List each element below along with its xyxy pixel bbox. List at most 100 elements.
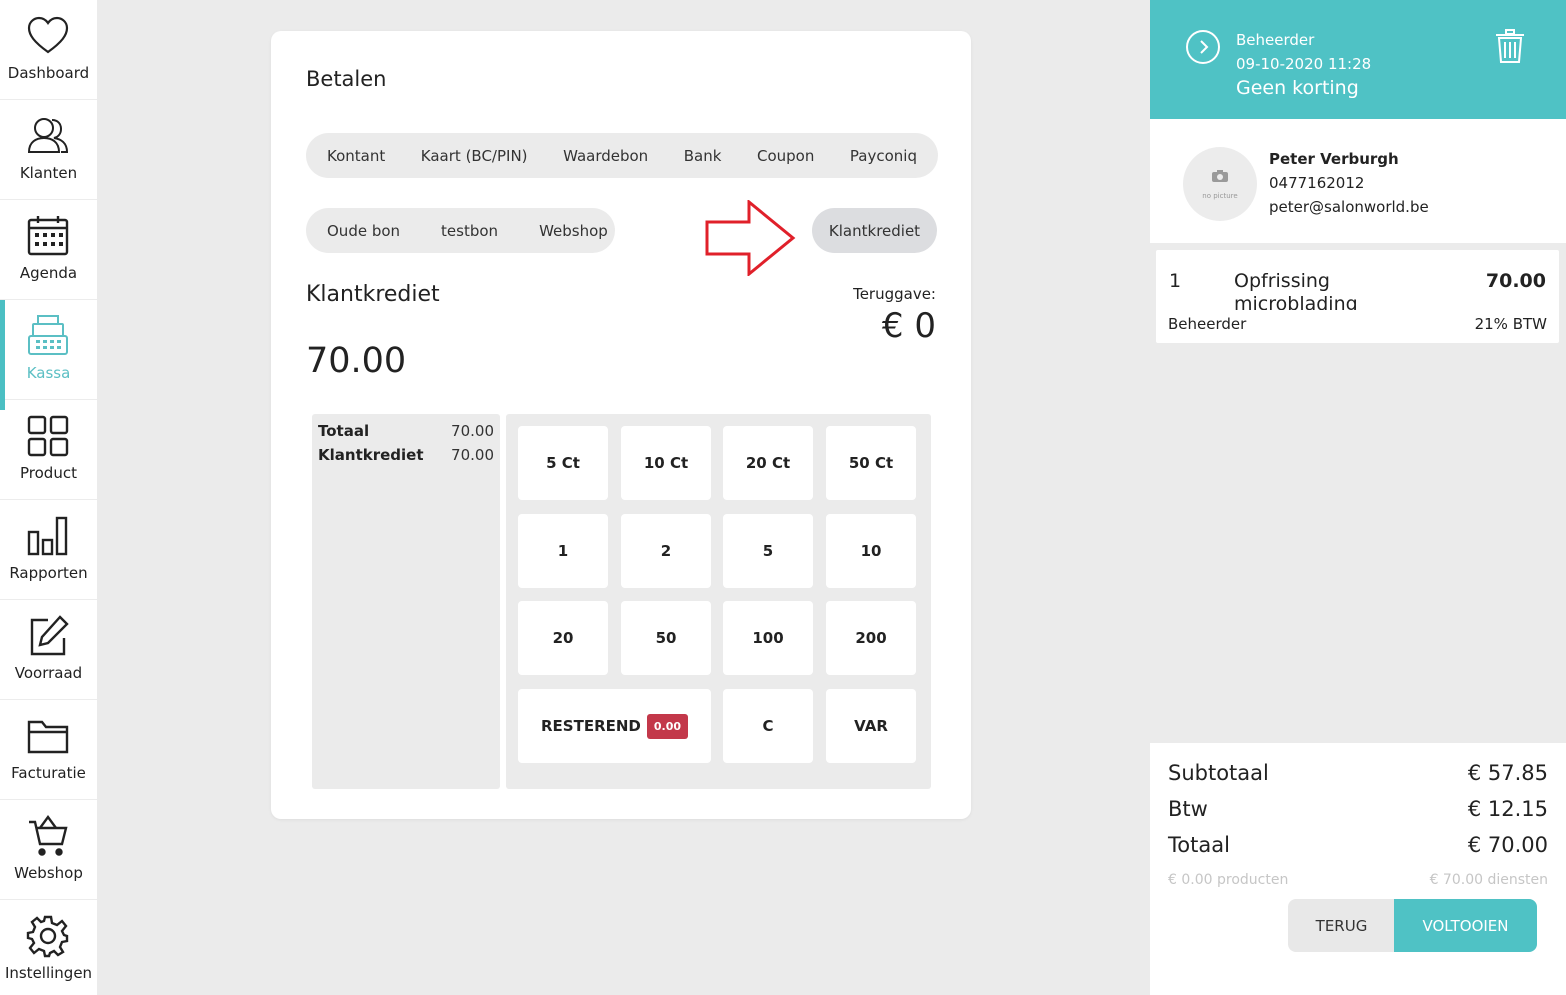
products-total: € 0.00 producten bbox=[1168, 872, 1289, 888]
sidebar-item-kassa[interactable]: Kassa bbox=[0, 300, 97, 410]
arrow-right-icon bbox=[705, 200, 796, 276]
method-webshop[interactable]: Webshop bbox=[539, 222, 608, 240]
summary-value: 70.00 bbox=[451, 446, 494, 464]
clear-button[interactable]: C bbox=[723, 689, 813, 763]
item-name: Opfrissing microblading bbox=[1234, 270, 1358, 310]
chevron-right-icon bbox=[1200, 40, 1209, 54]
payment-methods-row-2: Oude bon testbon Webshop bbox=[306, 208, 615, 253]
key-200[interactable]: 200 bbox=[826, 601, 916, 675]
key-1[interactable]: 1 bbox=[518, 514, 608, 588]
key-5ct[interactable]: 5 Ct bbox=[518, 426, 608, 500]
sidebar-item-label: Dashboard bbox=[7, 64, 90, 82]
ticket-datetime: 09-10-2020 11:28 bbox=[1236, 55, 1372, 73]
sidebar-item-webshop[interactable]: Webshop bbox=[0, 800, 97, 900]
sidebar-item-label: Facturatie bbox=[11, 764, 86, 782]
summary-row: Totaal 70.00 bbox=[318, 422, 494, 440]
discount-link[interactable]: Geen korting bbox=[1236, 77, 1359, 99]
key-50ct[interactable]: 50 Ct bbox=[826, 426, 916, 500]
key-10[interactable]: 10 bbox=[826, 514, 916, 588]
collapse-button[interactable] bbox=[1186, 30, 1220, 64]
sidebar-item-label: Agenda bbox=[19, 264, 78, 282]
page-title: Betalen bbox=[306, 67, 387, 91]
complete-button[interactable]: VOLTOOIEN bbox=[1394, 899, 1537, 952]
method-coupon[interactable]: Coupon bbox=[757, 147, 814, 165]
grid-icon bbox=[27, 415, 69, 457]
sidebar-item-label: Voorraad bbox=[14, 664, 83, 682]
method-oude-bon[interactable]: Oude bon bbox=[327, 222, 400, 240]
customer-card[interactable]: no picture Peter Verburgh 0477162012 pet… bbox=[1150, 119, 1566, 243]
item-tax: 21% BTW bbox=[1474, 315, 1547, 333]
subtotal-row: Subtotaal € 57.85 bbox=[1168, 761, 1548, 785]
gear-icon bbox=[26, 915, 69, 958]
key-50[interactable]: 50 bbox=[621, 601, 711, 675]
payment-card: Betalen Kontant Kaart (BC/PIN) Waardebon… bbox=[271, 31, 971, 819]
payment-summary: Totaal 70.00 Klantkrediet 70.00 bbox=[312, 414, 500, 789]
sidebar-item-facturatie[interactable]: Facturatie bbox=[0, 700, 97, 800]
camera-icon bbox=[1212, 170, 1228, 182]
sidebar-item-voorraad[interactable]: Voorraad bbox=[0, 600, 97, 700]
sidebar-item-label: Product bbox=[20, 464, 77, 482]
key-5[interactable]: 5 bbox=[723, 514, 813, 588]
method-klantkrediet[interactable]: Klantkrediet bbox=[812, 208, 937, 253]
item-quantity: 1 bbox=[1169, 270, 1182, 292]
tax-label: Btw bbox=[1168, 797, 1208, 821]
sidebar-item-product[interactable]: Product bbox=[0, 400, 97, 500]
subtotal-label: Subtotaal bbox=[1168, 761, 1269, 785]
remaining-badge: 0.00 bbox=[646, 713, 689, 739]
calendar-icon bbox=[27, 216, 69, 256]
return-label: Teruggave: bbox=[853, 285, 936, 303]
tax-value: € 12.15 bbox=[1467, 797, 1548, 821]
total-label: Totaal bbox=[1168, 833, 1230, 857]
ticket-panel: Beheerder 09-10-2020 11:28 Geen korting … bbox=[1143, 0, 1566, 995]
tax-row: Btw € 12.15 bbox=[1168, 797, 1548, 821]
key-10ct[interactable]: 10 Ct bbox=[621, 426, 711, 500]
sidebar: Dashboard Klanten Agenda Kassa Product R… bbox=[0, 0, 97, 995]
payment-methods-row-1: Kontant Kaart (BC/PIN) Waardebon Bank Co… bbox=[306, 133, 938, 178]
summary-label: Klantkrediet bbox=[318, 446, 424, 464]
sidebar-item-agenda[interactable]: Agenda bbox=[0, 200, 97, 300]
summary-label: Totaal bbox=[318, 422, 370, 440]
no-picture-text: no picture bbox=[1202, 192, 1238, 200]
key-20[interactable]: 20 bbox=[518, 601, 608, 675]
method-kontant[interactable]: Kontant bbox=[327, 147, 385, 165]
ticket-line-item[interactable]: 1 Opfrissing microblading 70.00 Beheerde… bbox=[1156, 250, 1559, 343]
folder-icon bbox=[27, 720, 69, 754]
services-total: € 70.00 diensten bbox=[1429, 872, 1548, 888]
key-20ct[interactable]: 20 Ct bbox=[723, 426, 813, 500]
method-payconiq[interactable]: Payconiq bbox=[850, 147, 917, 165]
remaining-button[interactable]: RESTEREND 0.00 bbox=[518, 689, 711, 763]
sidebar-item-klanten[interactable]: Klanten bbox=[0, 100, 97, 200]
summary-value: 70.00 bbox=[451, 422, 494, 440]
totals-breakdown: € 0.00 producten € 70.00 diensten bbox=[1168, 872, 1548, 888]
subtotal-value: € 57.85 bbox=[1467, 761, 1548, 785]
users-icon bbox=[27, 118, 69, 153]
method-waardebon[interactable]: Waardebon bbox=[563, 147, 648, 165]
cash-register-icon bbox=[28, 315, 68, 355]
sidebar-item-dashboard[interactable]: Dashboard bbox=[0, 0, 97, 100]
remaining-label: RESTEREND bbox=[540, 717, 641, 735]
total-row: Totaal € 70.00 bbox=[1168, 833, 1548, 857]
trash-icon[interactable] bbox=[1494, 28, 1526, 64]
edit-icon bbox=[30, 615, 69, 656]
back-button[interactable]: TERUG bbox=[1288, 899, 1395, 952]
key-2[interactable]: 2 bbox=[621, 514, 711, 588]
sidebar-item-instellingen[interactable]: Instellingen bbox=[0, 900, 97, 995]
method-kaart[interactable]: Kaart (BC/PIN) bbox=[421, 147, 528, 165]
keypad: 5 Ct 10 Ct 20 Ct 50 Ct 1 2 5 10 20 50 10… bbox=[506, 414, 931, 789]
customer-name: Peter Verburgh bbox=[1269, 150, 1399, 168]
cart-icon bbox=[29, 814, 68, 856]
bar-chart-icon bbox=[27, 516, 68, 556]
method-testbon[interactable]: testbon bbox=[441, 222, 498, 240]
sidebar-item-rapporten[interactable]: Rapporten bbox=[0, 500, 97, 600]
key-100[interactable]: 100 bbox=[723, 601, 813, 675]
heart-icon bbox=[27, 16, 69, 54]
item-price: 70.00 bbox=[1485, 270, 1546, 292]
selected-method-title: Klantkrediet bbox=[306, 282, 440, 307]
return-value: € 0 bbox=[881, 306, 936, 346]
method-bank[interactable]: Bank bbox=[684, 147, 722, 165]
sidebar-item-label: Webshop bbox=[14, 864, 83, 882]
var-button[interactable]: VAR bbox=[826, 689, 916, 763]
sidebar-item-label: Rapporten bbox=[9, 564, 88, 582]
sidebar-item-label: Instellingen bbox=[4, 964, 93, 982]
total-value: € 70.00 bbox=[1467, 833, 1548, 857]
